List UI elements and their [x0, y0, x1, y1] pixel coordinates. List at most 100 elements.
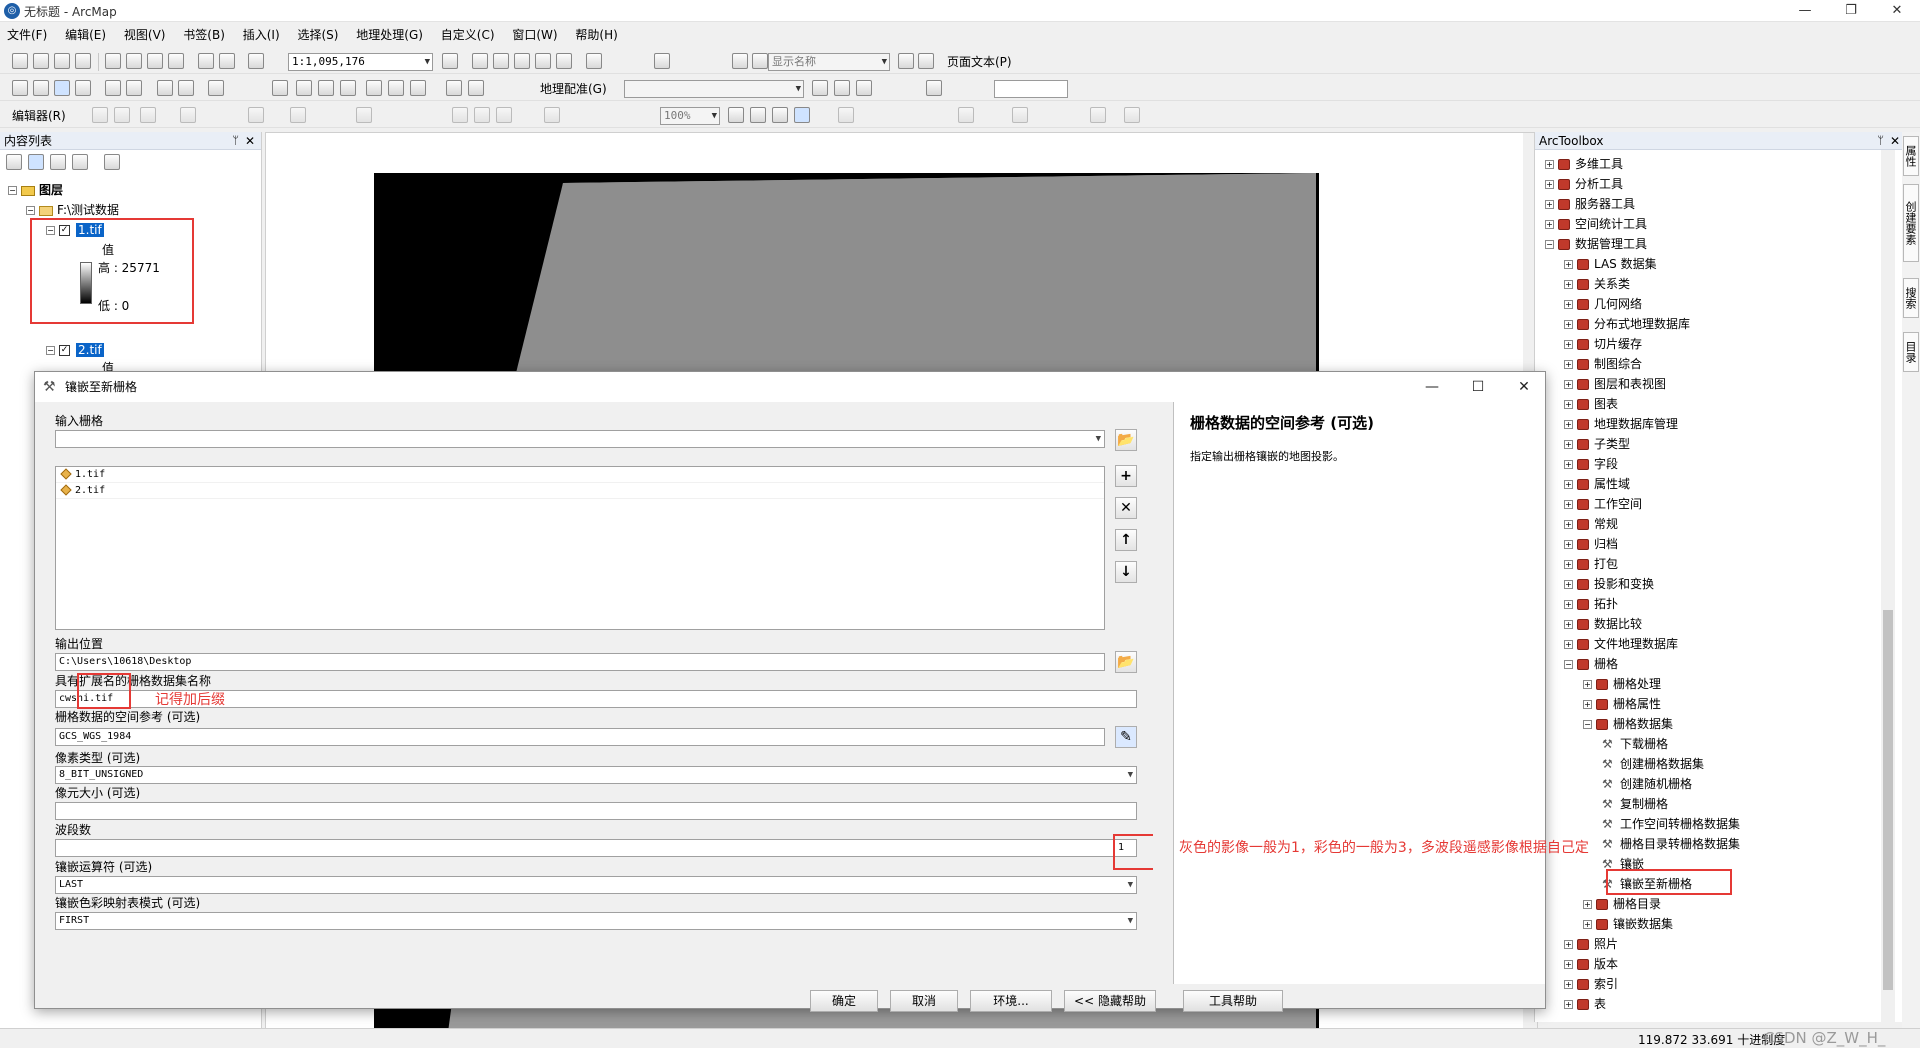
- help-scrollbar[interactable]: [1530, 406, 1544, 982]
- minimize-button[interactable]: —: [1782, 0, 1828, 22]
- dock-tab-search[interactable]: 搜索: [1903, 278, 1919, 318]
- list-item[interactable]: 2.tif: [56, 483, 1104, 499]
- move-down-button[interactable]: ↓: [1115, 561, 1137, 583]
- toolbox-item[interactable]: + 属性域: [1564, 476, 1630, 492]
- cell-size-input[interactable]: [55, 802, 1137, 820]
- toolbox-item[interactable]: + 归档: [1564, 536, 1618, 552]
- toc-layers-root[interactable]: − 图层: [8, 182, 63, 198]
- toolbox-item[interactable]: + LAS 数据集: [1564, 256, 1657, 272]
- expand-icon[interactable]: +: [1564, 440, 1573, 449]
- menu-bookmarks[interactable]: 书签(B): [176, 24, 232, 46]
- dock-tab-catalog[interactable]: 目录: [1903, 332, 1919, 372]
- collapse-icon[interactable]: −: [46, 346, 55, 355]
- parameters-scrollbar[interactable]: [1153, 406, 1167, 982]
- toc-options-icon[interactable]: [104, 154, 120, 170]
- menu-help[interactable]: 帮助(H): [568, 24, 624, 46]
- toolbox-item[interactable]: + 子类型: [1564, 436, 1630, 452]
- previous-page-icon[interactable]: [752, 53, 768, 69]
- toolbox-item[interactable]: + 关系类: [1564, 276, 1630, 292]
- find-route-icon[interactable]: [410, 80, 426, 96]
- toolbox-item[interactable]: + 表: [1564, 996, 1606, 1012]
- expand-icon[interactable]: +: [1564, 480, 1573, 489]
- expand-icon[interactable]: +: [1545, 180, 1554, 189]
- expand-icon[interactable]: +: [1583, 700, 1592, 709]
- change-layout-icon[interactable]: [772, 107, 788, 123]
- spatial-reference-input[interactable]: GCS_WGS_1984: [55, 728, 1105, 746]
- expand-icon[interactable]: +: [1564, 600, 1573, 609]
- toolbox-item[interactable]: + 文件地理数据库: [1564, 636, 1678, 652]
- expand-icon[interactable]: +: [1564, 940, 1573, 949]
- fixed-zoom-out-icon[interactable]: [126, 80, 142, 96]
- output-location-input[interactable]: C:\Users\10618\Desktop: [55, 653, 1105, 671]
- environments-button[interactable]: 环境...: [970, 990, 1052, 1012]
- toolbox-item[interactable]: + 服务器工具: [1545, 196, 1635, 212]
- mosaic-operator-select[interactable]: LAST ▼: [55, 876, 1137, 894]
- next-page-icon[interactable]: [898, 53, 914, 69]
- scroll-thumb[interactable]: [1883, 610, 1893, 990]
- toolbox-item[interactable]: + 字段: [1564, 456, 1618, 472]
- close-icon[interactable]: ✕: [245, 132, 255, 150]
- toolbox-item[interactable]: ⚒ 创建随机栅格: [1602, 776, 1692, 792]
- spatial-reference-properties-button[interactable]: ✎: [1115, 726, 1137, 748]
- open-icon[interactable]: [33, 53, 49, 69]
- save-icon[interactable]: [54, 53, 70, 69]
- select-elements-icon[interactable]: [272, 80, 288, 96]
- expand-icon[interactable]: +: [1564, 260, 1573, 269]
- toolbox-item[interactable]: + 镶嵌数据集: [1583, 916, 1673, 932]
- layer-name[interactable]: 2.tif: [76, 343, 104, 357]
- expand-icon[interactable]: +: [1564, 620, 1573, 629]
- menu-edit[interactable]: 编辑(E): [58, 24, 113, 46]
- menu-insert[interactable]: 插入(I): [236, 24, 287, 46]
- remove-item-button[interactable]: ✕: [1115, 497, 1137, 519]
- expand-icon[interactable]: +: [1564, 980, 1573, 989]
- toolbox-item[interactable]: + 几何网络: [1564, 296, 1642, 312]
- expand-icon[interactable]: +: [1564, 340, 1573, 349]
- cancel-button[interactable]: 取消: [890, 990, 958, 1012]
- toolbox-item[interactable]: + 数据比较: [1564, 616, 1642, 632]
- add-data-icon[interactable]: [248, 53, 264, 69]
- layer-visibility-checkbox[interactable]: ✓: [59, 345, 70, 356]
- colormap-mode-select[interactable]: FIRST ▼: [55, 912, 1137, 930]
- pixel-type-select[interactable]: 8_BIT_UNSIGNED ▼: [55, 766, 1137, 784]
- list-by-drawing-order-icon[interactable]: [6, 154, 22, 170]
- display-name-combo[interactable]: 显示名称 ▼: [768, 53, 890, 71]
- toolbox-item[interactable]: + 投影和变换: [1564, 576, 1654, 592]
- expand-icon[interactable]: +: [1564, 960, 1573, 969]
- expand-icon[interactable]: +: [1564, 540, 1573, 549]
- close-icon[interactable]: ✕: [1890, 132, 1900, 150]
- print-icon[interactable]: [75, 53, 91, 69]
- expand-icon[interactable]: +: [1564, 360, 1573, 369]
- expand-icon[interactable]: +: [1564, 380, 1573, 389]
- layout-zoom-combo[interactable]: 100% ▼: [660, 107, 720, 125]
- toolbox-item[interactable]: + 常规: [1564, 516, 1618, 532]
- toolbox-item[interactable]: + 打包: [1564, 556, 1618, 572]
- toolbox-item[interactable]: + 拓扑: [1564, 596, 1618, 612]
- dialog-minimize-button[interactable]: —: [1409, 372, 1455, 402]
- cut-icon[interactable]: [105, 53, 121, 69]
- georef-layer-combo[interactable]: ▼: [624, 80, 804, 98]
- expand-icon[interactable]: +: [1564, 420, 1573, 429]
- maximize-button[interactable]: ❐: [1828, 0, 1874, 22]
- time-slider-icon[interactable]: [468, 80, 484, 96]
- list-item[interactable]: 1.tif: [56, 467, 1104, 483]
- new-document-icon[interactable]: [12, 53, 28, 69]
- close-button[interactable]: ✕: [1874, 0, 1920, 22]
- toolbox-item[interactable]: − 栅格数据集: [1583, 716, 1673, 732]
- expand-icon[interactable]: +: [1545, 220, 1554, 229]
- paste-icon[interactable]: [147, 53, 163, 69]
- menu-customize[interactable]: 自定义(C): [434, 24, 502, 46]
- expand-icon[interactable]: +: [1583, 920, 1592, 929]
- move-up-button[interactable]: ↑: [1115, 529, 1137, 551]
- list-by-source-icon[interactable]: [28, 154, 44, 170]
- expand-icon[interactable]: +: [1564, 500, 1573, 509]
- toolbox-item[interactable]: ⚒ 下载栅格: [1602, 736, 1668, 752]
- hyperlink-icon[interactable]: [318, 80, 334, 96]
- tool-help-button[interactable]: 工具帮助: [1183, 990, 1283, 1012]
- menu-geoprocessing[interactable]: 地理处理(G): [349, 24, 430, 46]
- toggle-draft-mode-icon[interactable]: [728, 107, 744, 123]
- input-rasters-list[interactable]: 1.tif 2.tif: [55, 466, 1105, 630]
- toolbox-scrollbar[interactable]: [1881, 150, 1895, 1022]
- menu-windows[interactable]: 窗口(W): [505, 24, 564, 46]
- toolbox-item[interactable]: + 图层和表视图: [1564, 376, 1666, 392]
- toolbox-item[interactable]: + 制图综合: [1564, 356, 1642, 372]
